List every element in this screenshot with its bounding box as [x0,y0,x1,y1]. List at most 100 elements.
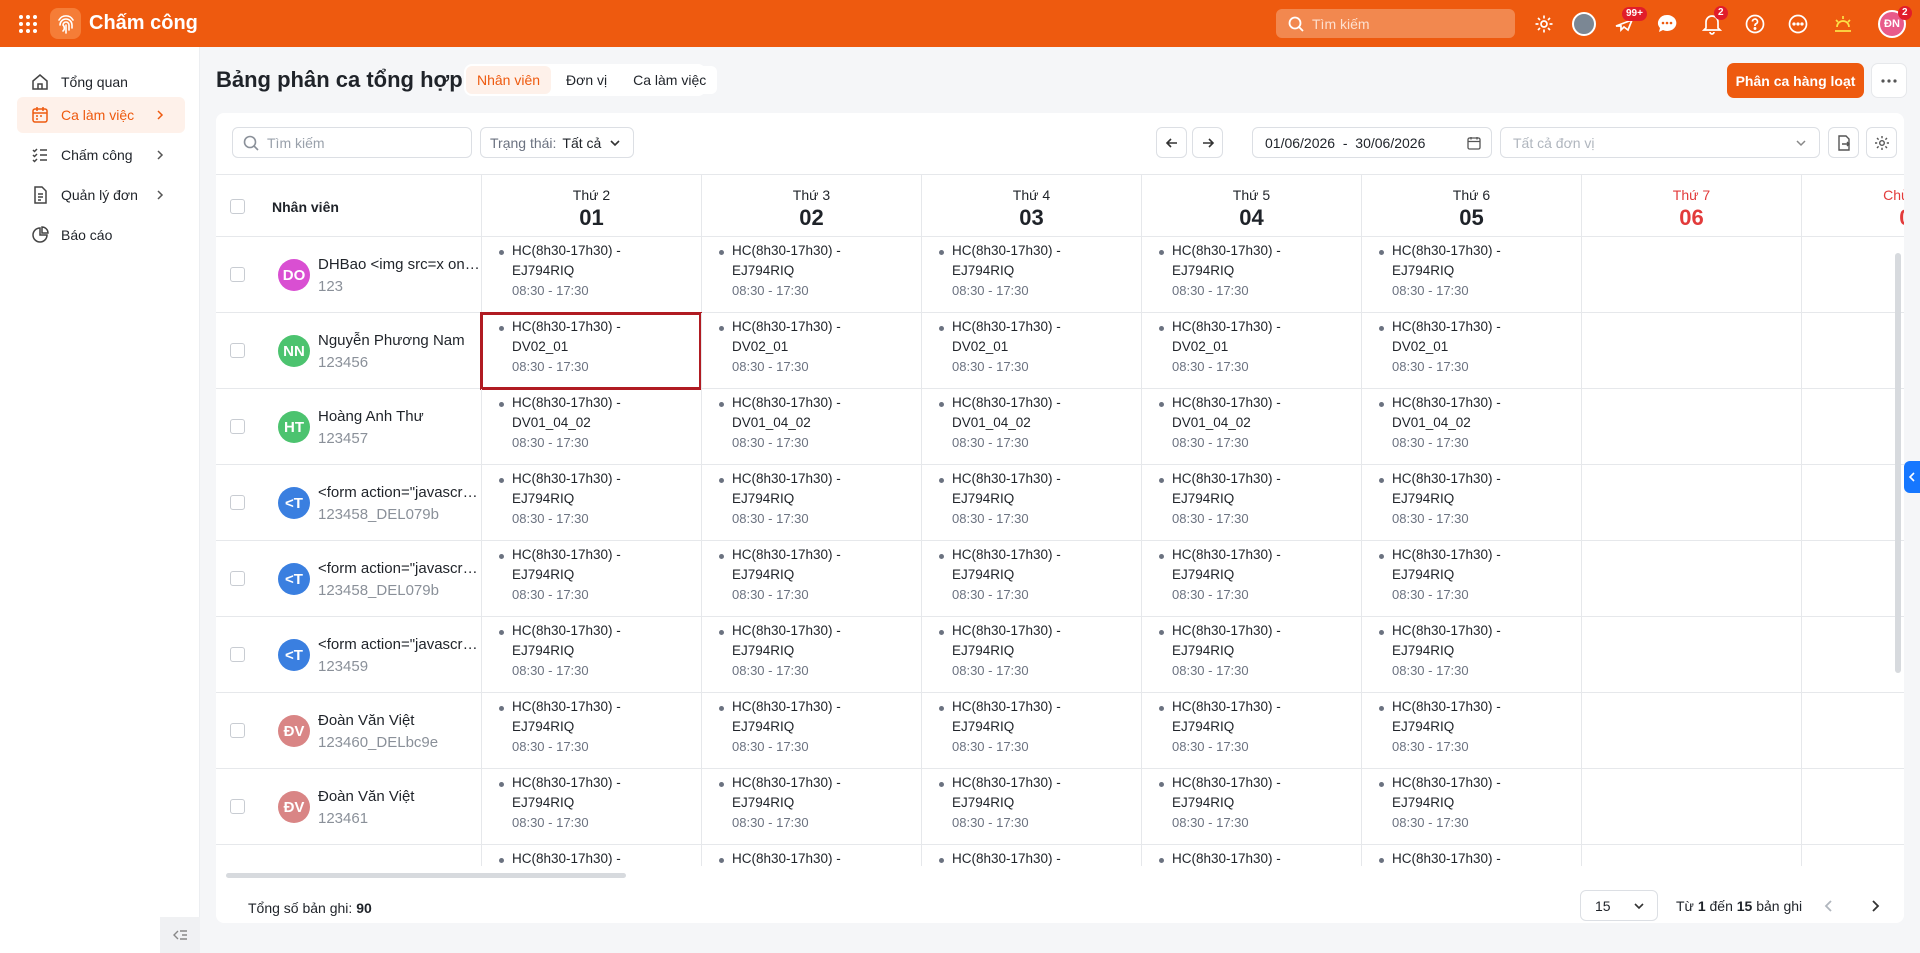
shift-cell[interactable]: HC(8h30-17h30) -EJ794RIQ08:30 - 17:30 [481,845,701,866]
settings-gear-icon[interactable] [1531,11,1557,37]
settings-gear-icon[interactable] [1866,127,1897,158]
sidebar-item-shifts[interactable]: Ca làm việc [17,97,185,133]
shift-cell[interactable] [1801,237,1904,313]
shift-cell[interactable]: HC(8h30-17h30) -EJ794RIQ08:30 - 17:30 [701,541,921,617]
row-checkbox[interactable] [230,495,245,510]
shift-cell[interactable]: HC(8h30-17h30) -EJ794RIQ08:30 - 17:30 [1141,237,1361,313]
global-search[interactable] [1276,9,1515,38]
row-checkbox[interactable] [230,799,245,814]
employee-search[interactable] [232,127,472,158]
shift-cell[interactable]: HC(8h30-17h30) - DV02_01 08:30 - 17:30 [1141,313,1361,389]
row-checkbox[interactable] [230,647,245,662]
status-filter[interactable]: Trạng thái: Tất cả [480,127,634,158]
shift-cell[interactable]: HC(8h30-17h30) -EJ794RIQ08:30 - 17:30 [921,845,1141,866]
shift-cell[interactable]: HC(8h30-17h30) -EJ794RIQ08:30 - 17:30 [701,237,921,313]
employee-name[interactable]: <form action="javascript:alert(1)"> [318,560,480,577]
employee-name[interactable]: <form action="javascript:alert(1)"> [318,636,480,653]
row-checkbox[interactable] [230,571,245,586]
shift-cell[interactable]: HC(8h30-17h30) -EJ794RIQ08:30 - 17:30 [481,541,701,617]
shift-cell[interactable]: HC(8h30-17h30) -EJ794RIQ08:30 - 17:30 [1141,541,1361,617]
tab-employees[interactable]: Nhân viên [466,66,552,94]
shift-cell[interactable] [1801,769,1904,845]
employee-name[interactable]: Đoàn Văn Việt [318,712,480,729]
global-search-input[interactable] [1312,15,1492,32]
shift-cell[interactable]: HC(8h30-17h30) -EJ794RIQ08:30 - 17:30 [921,237,1141,313]
shift-cell[interactable]: HC(8h30-17h30) -EJ794RIQ08:30 - 17:30 [701,465,921,541]
shift-cell[interactable]: HC(8h30-17h30) -EJ794RIQ08:30 - 17:30 [921,541,1141,617]
more-options-icon[interactable] [1871,63,1907,98]
shift-cell[interactable]: HC(8h30-17h30) -EJ794RIQ08:30 - 17:30 [481,769,701,845]
shift-cell[interactable]: HC(8h30-17h30) -EJ794RIQ08:30 - 17:30 [701,769,921,845]
shift-cell[interactable]: HC(8h30-17h30) -EJ794RIQ08:30 - 17:30 [1141,845,1361,866]
shift-cell[interactable]: HC(8h30-17h30) -EJ794RIQ08:30 - 17:30 [1361,541,1581,617]
user-avatar[interactable]: ĐN 2 [1878,6,1912,38]
shift-cell[interactable]: HC(8h30-17h30) -EJ794RIQ08:30 - 17:30 [1361,769,1581,845]
row-checkbox[interactable] [230,419,245,434]
sidebar-item-requests[interactable]: Quản lý đơn [17,177,185,213]
shift-cell[interactable] [1581,845,1801,866]
sidebar-item-timekeeping[interactable]: Chấm công [17,137,185,173]
shift-cell[interactable]: HC(8h30-17h30) -EJ794RIQ08:30 - 17:30 [701,845,921,866]
employee-name[interactable]: Nguyễn Phương Nam [318,332,480,349]
shift-cell[interactable]: HC(8h30-17h30) -EJ794RIQ08:30 - 17:30 [1361,237,1581,313]
shift-cell[interactable]: HC(8h30-17h30) -EJ794RIQ08:30 - 17:30 [481,465,701,541]
shift-cell[interactable]: HC(8h30-17h30) -EJ794RIQ08:30 - 17:30 [921,769,1141,845]
employee-name[interactable]: DHBao <img src=x onerror=alert(1)> [318,256,480,273]
date-range-picker[interactable]: 01/06/2026 - 30/06/2026 [1252,127,1492,158]
shift-cell[interactable]: HC(8h30-17h30) -EJ794RIQ08:30 - 17:30 [921,693,1141,769]
shift-cell[interactable] [1581,693,1801,769]
more-circle-icon[interactable] [1785,11,1811,37]
employee-name[interactable]: Hoàng Anh Thư [318,408,480,425]
previous-page-button[interactable] [1813,890,1844,921]
shift-cell[interactable] [1801,389,1904,465]
vertical-scrollbar[interactable] [1895,253,1901,673]
shift-cell[interactable]: HC(8h30-17h30) -EJ794RIQ08:30 - 17:30 [1141,693,1361,769]
shift-cell[interactable] [1581,237,1801,313]
tab-units[interactable]: Đơn vị [555,66,619,94]
shift-cell[interactable]: HC(8h30-17h30) -EJ794RIQ08:30 - 17:30 [481,237,701,313]
row-checkbox[interactable] [230,723,245,738]
shift-cell[interactable] [1801,541,1904,617]
tab-shifts[interactable]: Ca làm việc [622,66,718,94]
sidebar-item-reports[interactable]: Báo cáo [17,217,185,253]
employee-name[interactable]: Đoàn Văn Việt [318,788,480,805]
shift-cell[interactable] [1801,693,1904,769]
select-all-checkbox[interactable] [230,199,245,214]
shift-cell[interactable]: HC(8h30-17h30) -EJ794RIQ08:30 - 17:30 [701,617,921,693]
shift-cell[interactable] [1581,617,1801,693]
collapse-sidebar-icon[interactable] [160,917,200,953]
chat-icon[interactable] [1654,11,1680,37]
shift-cell[interactable]: HC(8h30-17h30) - DV02_01 08:30 - 17:30 [480,312,702,390]
employee-search-input[interactable] [267,134,447,151]
shift-cell[interactable] [1801,617,1904,693]
previous-period-button[interactable] [1156,127,1187,158]
shift-cell[interactable]: HC(8h30-17h30) - DV02_01 08:30 - 17:30 [1361,313,1581,389]
shift-cell[interactable]: HC(8h30-17h30) -EJ794RIQ08:30 - 17:30 [921,617,1141,693]
shift-cell[interactable] [1801,313,1904,389]
user-avatar-small-icon[interactable] [1571,11,1597,37]
help-icon[interactable] [1742,11,1768,37]
next-period-button[interactable] [1192,127,1223,158]
sunrise-icon[interactable] [1830,11,1856,37]
shift-cell[interactable] [1801,845,1904,866]
shift-cell[interactable]: HC(8h30-17h30) - DV02_01 08:30 - 17:30 [921,313,1141,389]
shift-cell[interactable]: HC(8h30-17h30) -EJ794RIQ08:30 - 17:30 [701,693,921,769]
shift-cell[interactable] [1581,313,1801,389]
shift-cell[interactable]: HC(8h30-17h30) -EJ794RIQ08:30 - 17:30 [1141,465,1361,541]
shift-cell[interactable]: HC(8h30-17h30) -EJ794RIQ08:30 - 17:30 [481,617,701,693]
shift-cell[interactable]: HC(8h30-17h30) -EJ794RIQ08:30 - 17:30 [1141,617,1361,693]
shift-cell[interactable]: HC(8h30-17h30) - DV01_04_02 08:30 - 17:30 [921,389,1141,465]
bulk-assign-button[interactable]: Phân ca hàng loạt [1727,63,1864,98]
shift-cell[interactable]: HC(8h30-17h30) -EJ794RIQ08:30 - 17:30 [921,465,1141,541]
shift-cell[interactable] [1581,465,1801,541]
shift-cell[interactable]: HC(8h30-17h30) - DV01_04_02 08:30 - 17:30 [1141,389,1361,465]
row-checkbox[interactable] [230,267,245,282]
shift-cell[interactable] [1801,465,1904,541]
shift-cell[interactable] [1581,541,1801,617]
shift-cell[interactable]: HC(8h30-17h30) -EJ794RIQ08:30 - 17:30 [1361,617,1581,693]
export-file-icon[interactable] [1828,127,1859,158]
shift-cell[interactable] [1581,769,1801,845]
shift-cell[interactable]: HC(8h30-17h30) - DV01_04_02 08:30 - 17:30 [701,389,921,465]
shift-cell[interactable]: HC(8h30-17h30) -EJ794RIQ08:30 - 17:30 [1141,769,1361,845]
page-size-select[interactable]: 15 [1580,890,1658,921]
